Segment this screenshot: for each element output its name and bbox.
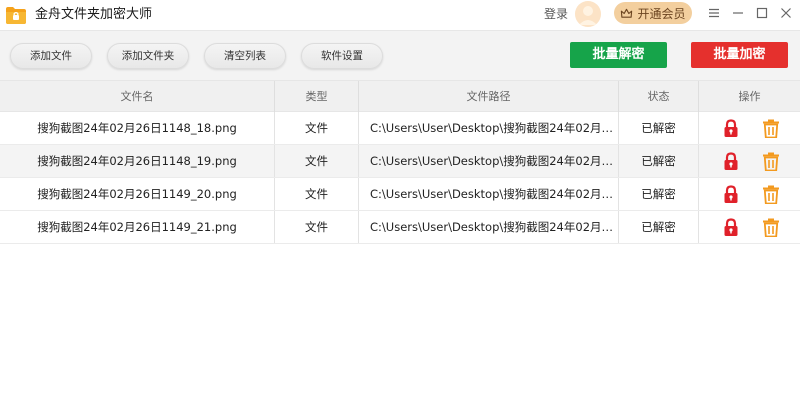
- column-header-path[interactable]: 文件路径: [359, 81, 619, 112]
- login-link[interactable]: 登录: [544, 0, 568, 28]
- cell-actions: [699, 178, 800, 210]
- lock-icon[interactable]: [722, 152, 740, 171]
- folder-lock-logo-icon: [6, 7, 26, 24]
- cell-type: 文件: [275, 178, 359, 210]
- cell-path: C:\Users\User\Desktop\搜狗截图24年02月26...: [359, 145, 619, 177]
- table-header: 文件名 类型 文件路径 状态 操作: [0, 80, 800, 112]
- vip-label: 开通会员: [637, 6, 686, 21]
- lock-icon[interactable]: [722, 119, 740, 138]
- close-icon: [781, 8, 791, 18]
- table-row[interactable]: 搜狗截图24年02月26日1148_18.png 文件 C:\Users\Use…: [0, 112, 800, 145]
- lock-icon[interactable]: [722, 185, 740, 204]
- cell-filename: 搜狗截图24年02月26日1149_21.png: [0, 211, 275, 243]
- cell-status: 已解密: [619, 178, 699, 210]
- toolbar: 添加文件 添加文件夹 清空列表 软件设置 批量解密 批量加密: [0, 30, 800, 80]
- user-avatar-icon: [575, 1, 601, 27]
- cell-type: 文件: [275, 145, 359, 177]
- add-file-button[interactable]: 添加文件: [10, 43, 92, 69]
- trash-icon[interactable]: [762, 185, 780, 204]
- minimize-icon: [733, 12, 743, 14]
- table-row[interactable]: 搜狗截图24年02月26日1148_19.png 文件 C:\Users\Use…: [0, 145, 800, 178]
- cell-status: 已解密: [619, 145, 699, 177]
- cell-actions: [699, 211, 800, 243]
- cell-path: C:\Users\User\Desktop\搜狗截图24年02月26...: [359, 211, 619, 243]
- column-header-name[interactable]: 文件名: [0, 81, 275, 112]
- column-header-status[interactable]: 状态: [619, 81, 699, 112]
- app-title: 金舟文件夹加密大师: [35, 7, 153, 22]
- clear-list-button[interactable]: 清空列表: [204, 43, 286, 69]
- cell-type: 文件: [275, 112, 359, 144]
- table-row[interactable]: 搜狗截图24年02月26日1149_21.png 文件 C:\Users\Use…: [0, 211, 800, 244]
- menu-icon: [709, 8, 719, 18]
- add-folder-button[interactable]: 添加文件夹: [107, 43, 189, 69]
- app-window: 金舟文件夹加密大师 登录 开通会员 添加文件 添加文件夹 清空列表 软件设置 批…: [0, 0, 800, 400]
- avatar[interactable]: [575, 1, 601, 27]
- minimize-button[interactable]: [727, 3, 749, 23]
- cell-path: C:\Users\User\Desktop\搜狗截图24年02月26...: [359, 112, 619, 144]
- trash-icon[interactable]: [762, 119, 780, 138]
- batch-encrypt-button[interactable]: 批量加密: [691, 42, 788, 68]
- file-table: 搜狗截图24年02月26日1148_18.png 文件 C:\Users\Use…: [0, 112, 800, 244]
- trash-icon[interactable]: [762, 152, 780, 171]
- cell-actions: [699, 145, 800, 177]
- cell-actions: [699, 112, 800, 144]
- settings-button[interactable]: 软件设置: [301, 43, 383, 69]
- trash-icon[interactable]: [762, 218, 780, 237]
- lock-icon[interactable]: [722, 218, 740, 237]
- cell-filename: 搜狗截图24年02月26日1148_19.png: [0, 145, 275, 177]
- maximize-button[interactable]: [751, 3, 773, 23]
- cell-status: 已解密: [619, 211, 699, 243]
- cell-filename: 搜狗截图24年02月26日1149_20.png: [0, 178, 275, 210]
- cell-type: 文件: [275, 211, 359, 243]
- menu-button[interactable]: [703, 3, 725, 23]
- cell-path: C:\Users\User\Desktop\搜狗截图24年02月26...: [359, 178, 619, 210]
- crown-icon: [621, 8, 633, 18]
- column-header-type[interactable]: 类型: [275, 81, 359, 112]
- column-header-action: 操作: [738, 90, 761, 103]
- table-row[interactable]: 搜狗截图24年02月26日1149_20.png 文件 C:\Users\Use…: [0, 178, 800, 211]
- maximize-icon: [756, 7, 768, 19]
- title-bar: 金舟文件夹加密大师 登录 开通会员: [0, 0, 800, 30]
- batch-decrypt-button[interactable]: 批量解密: [570, 42, 667, 68]
- close-button[interactable]: [775, 3, 797, 23]
- vip-button[interactable]: 开通会员: [614, 2, 692, 24]
- cell-filename: 搜狗截图24年02月26日1148_18.png: [0, 112, 275, 144]
- cell-status: 已解密: [619, 112, 699, 144]
